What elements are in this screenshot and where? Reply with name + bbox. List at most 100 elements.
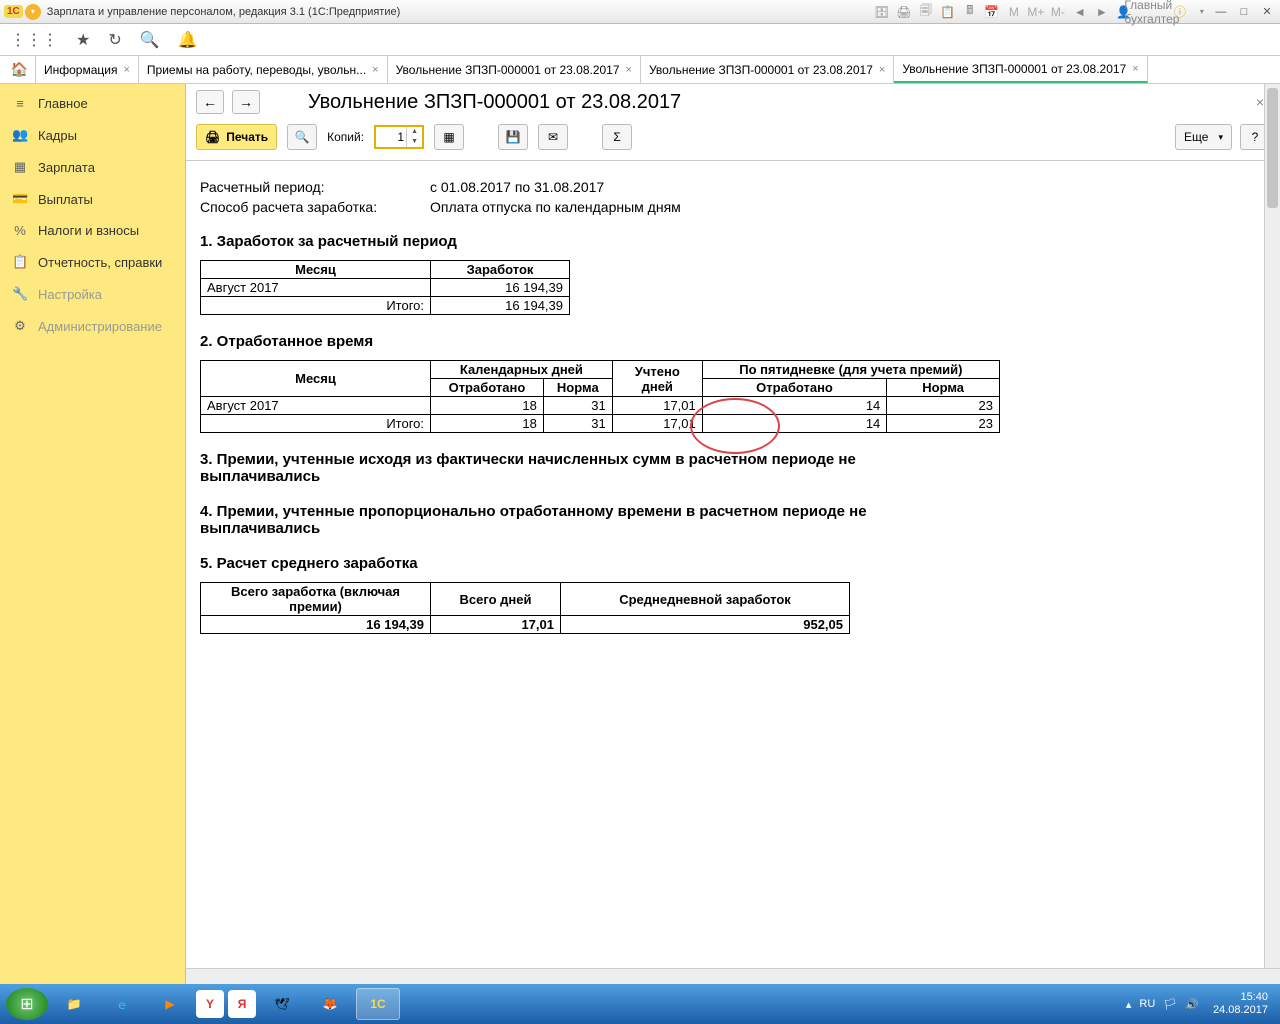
network-icon[interactable]: 🔊 <box>1185 998 1199 1011</box>
printer-icon: 🖨 <box>205 130 220 144</box>
compare-icon[interactable]: 🗐 <box>918 4 934 20</box>
clock-date: 24.08.2017 <box>1213 1004 1268 1017</box>
spinner-down-icon[interactable]: ▼ <box>407 137 422 147</box>
tab-uvolnenie-1[interactable]: Увольнение ЗПЗП-000001 от 23.08.2017× <box>388 56 641 83</box>
print-icon[interactable]: 🖨 <box>896 4 912 20</box>
taskbar-media[interactable]: ▶ <box>148 988 192 1020</box>
copies-spinner[interactable]: ▲▼ <box>374 125 424 149</box>
windows-taskbar: ⊞ 📁 ｅ ▶ Y Я 🕊 🦊 1C ▴ RU 🏳 🔊 15:40 24.08.… <box>0 984 1280 1024</box>
tab-uvolnenie-2[interactable]: Увольнение ЗПЗП-000001 от 23.08.2017× <box>641 56 894 83</box>
tray-up-icon[interactable]: ▴ <box>1126 998 1132 1011</box>
section-2-heading: 2. Отработанное время <box>200 333 1266 350</box>
start-button[interactable]: ⊞ <box>6 988 48 1020</box>
email-button[interactable]: ✉ <box>538 124 568 150</box>
preview-button[interactable]: 🔍 <box>287 124 317 150</box>
current-user[interactable]: Главный бухгалтер <box>1144 4 1160 20</box>
col-caldays: Календарных дней <box>431 361 613 379</box>
app-logo-1c: 1C <box>4 5 23 18</box>
sidebar-item-admin[interactable]: ⚙Администрирование <box>0 310 185 342</box>
taskbar-explorer[interactable]: 📁 <box>52 988 96 1020</box>
taskbar-ie[interactable]: ｅ <box>100 988 144 1020</box>
cell: 18 <box>431 415 544 433</box>
history-icon[interactable]: ↻ <box>108 30 121 50</box>
button-label: Еще <box>1184 130 1208 144</box>
apps-grid-icon[interactable]: ⋮⋮⋮ <box>10 30 58 50</box>
nav-back-icon[interactable]: ◄ <box>1072 4 1088 20</box>
taskbar-firefox[interactable]: 🦊 <box>308 988 352 1020</box>
flag-icon[interactable]: 🏳 <box>1163 998 1177 1011</box>
info-dropdown-icon[interactable]: ▾ <box>1194 4 1210 20</box>
maximize-button[interactable]: □ <box>1235 5 1253 19</box>
taskbar-thunderbird[interactable]: 🕊 <box>260 988 304 1020</box>
nav-back-button[interactable]: ← <box>196 90 224 114</box>
close-icon[interactable]: × <box>123 64 129 76</box>
clipboard-icon[interactable]: 📋 <box>940 4 956 20</box>
method-value: Оплата отпуска по календарным дням <box>430 199 681 215</box>
close-button[interactable]: ✕ <box>1258 4 1276 18</box>
tab-uvolnenie-3[interactable]: Увольнение ЗПЗП-000001 от 23.08.2017 × <box>894 56 1147 83</box>
minimize-button[interactable]: — <box>1212 5 1230 19</box>
bell-icon[interactable]: 🔔 <box>178 30 198 50</box>
sidebar-item-nastroika[interactable]: 🔧Настройка <box>0 278 185 310</box>
sidebar-item-kadry[interactable]: 👥Кадры <box>0 119 185 151</box>
sidebar-item-otchet[interactable]: 📋Отчетность, справки <box>0 246 185 278</box>
document-tabs: 🏠 Информация× Приемы на работу, переводы… <box>0 56 1280 84</box>
copies-input[interactable] <box>376 127 406 147</box>
document-title: Увольнение ЗПЗП-000001 от 23.08.2017 <box>308 91 681 114</box>
sum-button[interactable]: Σ <box>602 124 632 150</box>
lang-indicator[interactable]: RU <box>1139 998 1155 1010</box>
sidebar-item-vyplaty[interactable]: 💳Выплаты <box>0 183 185 215</box>
print-button[interactable]: 🖨Печать <box>196 124 277 150</box>
taskbar-yandex[interactable]: Y <box>196 990 224 1018</box>
nav-fwd-icon[interactable]: ► <box>1094 4 1110 20</box>
clipboard-icon: 📋 <box>12 254 28 270</box>
percent-icon: % <box>12 223 28 238</box>
search-icon[interactable]: 🔍 <box>140 30 160 50</box>
sidebar-item-zarplata[interactable]: ▦Зарплата <box>0 151 185 183</box>
spinner-up-icon[interactable]: ▲ <box>407 127 422 137</box>
cell: 16 194,39 <box>201 616 431 634</box>
more-button[interactable]: Еще <box>1175 124 1232 150</box>
report-area[interactable]: Расчетный период:с 01.08.2017 по 31.08.2… <box>186 161 1280 968</box>
info-icon[interactable]: ⓘ <box>1172 4 1188 20</box>
cell: Итого: <box>201 297 431 315</box>
m-minus-icon[interactable]: M- <box>1050 4 1066 20</box>
taskbar-clock[interactable]: 15:40 24.08.2017 <box>1207 991 1274 1017</box>
cell: 16 194,39 <box>431 279 570 297</box>
close-icon[interactable]: × <box>879 64 885 76</box>
m-plus-icon[interactable]: M+ <box>1028 4 1044 20</box>
sidebar-item-main[interactable]: ≡Главное <box>0 88 185 119</box>
cell: Август 2017 <box>201 279 431 297</box>
col-earn: Заработок <box>431 261 570 279</box>
titlebar-menu-dropdown[interactable]: ▾ <box>25 4 41 20</box>
cell: 17,01 <box>431 616 561 634</box>
sidebar-item-nalogi[interactable]: %Налоги и взносы <box>0 215 185 246</box>
main-iconbar: ⋮⋮⋮ ★ ↻ 🔍 🔔 <box>0 24 1280 56</box>
window-title: Зарплата и управление персоналом, редакц… <box>47 6 400 18</box>
nav-forward-button[interactable]: → <box>232 90 260 114</box>
cell: 31 <box>543 397 612 415</box>
tab-info[interactable]: Информация× <box>36 56 139 83</box>
titlebar-icon[interactable]: 🗄 <box>874 4 890 20</box>
taskbar-1c[interactable]: 1C <box>356 988 400 1020</box>
tab-label: Увольнение ЗПЗП-000001 от 23.08.2017 <box>902 62 1126 76</box>
vertical-scrollbar[interactable] <box>1264 84 1280 968</box>
m-icon[interactable]: M <box>1006 4 1022 20</box>
toggle-grid-button[interactable]: ▦ <box>434 124 464 150</box>
close-icon[interactable]: × <box>1132 63 1138 75</box>
close-icon[interactable]: × <box>372 64 378 76</box>
card-icon: 💳 <box>12 191 28 207</box>
horizontal-scrollbar[interactable] <box>186 968 1280 984</box>
calc-icon[interactable]: 🖩 <box>962 4 978 20</box>
scrollbar-thumb[interactable] <box>1267 88 1278 208</box>
tab-priemy[interactable]: Приемы на работу, переводы, увольн...× <box>139 56 388 83</box>
calendar-icon[interactable]: 📅 <box>984 4 1000 20</box>
cell: 14 <box>702 397 887 415</box>
close-icon[interactable]: × <box>626 64 632 76</box>
taskbar-ya[interactable]: Я <box>228 990 256 1018</box>
section-3-heading: 3. Премии, учтенные исходя из фактически… <box>200 451 920 485</box>
col-month: Месяц <box>201 261 431 279</box>
favorite-star-icon[interactable]: ★ <box>76 30 90 50</box>
home-tab[interactable]: 🏠 <box>4 56 36 83</box>
save-button[interactable]: 💾 <box>498 124 528 150</box>
